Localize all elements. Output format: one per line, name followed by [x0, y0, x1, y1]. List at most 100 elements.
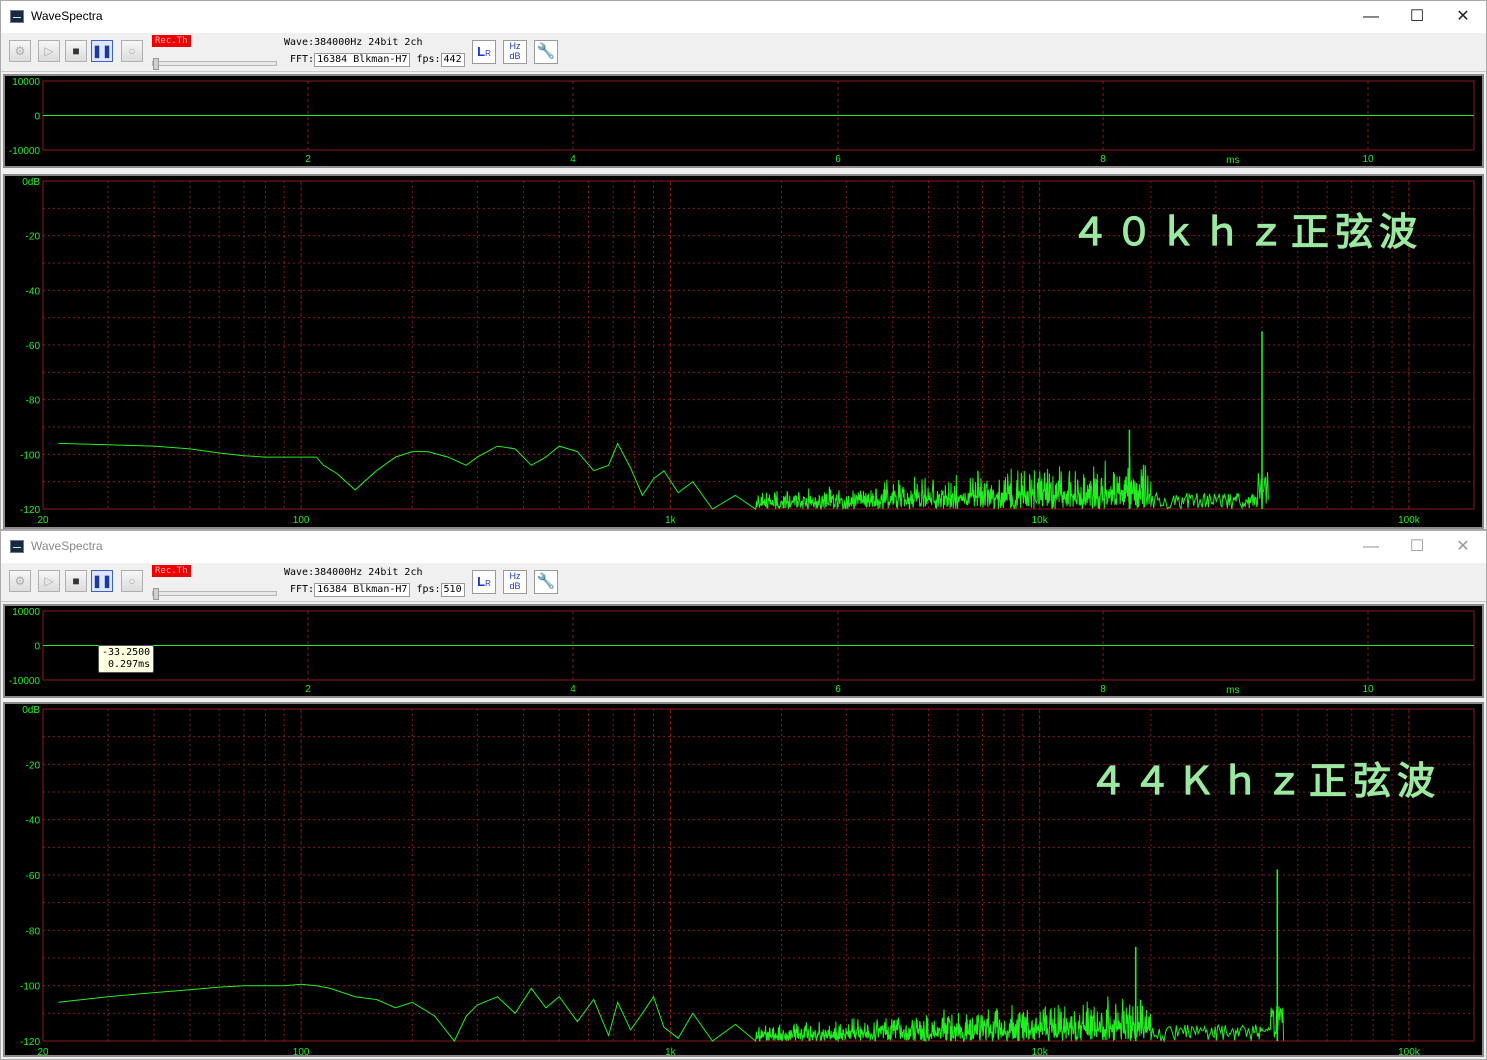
- wavespectra-window-2: WaveSpectra — ☐ ✕ ⚙ ▷ ■ ❚❚ ○ Rec.Th Wave…: [0, 530, 1487, 1060]
- y-tick-label: -40: [26, 816, 41, 827]
- fft-info: FFT: 16384 Blkman-H7 fps: 510: [290, 583, 465, 597]
- wave-info: Wave:384000Hz 24bit 2ch: [284, 37, 422, 48]
- x-tick-label: 20: [37, 1047, 49, 1058]
- title-bar: WaveSpectra — ☐ ✕: [1, 531, 1486, 563]
- rec-threshold-badge: Rec.Th: [152, 565, 191, 577]
- settings-plug-icon[interactable]: ⚙: [9, 40, 31, 62]
- play-icon[interactable]: ▷: [38, 40, 60, 62]
- x-tick-label: 20: [37, 515, 49, 526]
- x-tick-label: 8: [1100, 154, 1106, 165]
- x-tick-label: 10: [1362, 154, 1374, 165]
- x-tick-label: 100: [293, 515, 310, 526]
- app-icon: [10, 540, 24, 553]
- slider-thumb[interactable]: [153, 58, 159, 70]
- y-tick-label: -100: [20, 982, 40, 993]
- close-button[interactable]: ✕: [1440, 1, 1486, 33]
- wavespectra-window-1: WaveSpectra — ☐ ✕ ⚙ ▷ ■ ❚❚ ○ Rec.Th Wave…: [0, 0, 1487, 530]
- waveform-panel[interactable]: 2 4 6 8 10 ms 10000 0 -10000 -33.2500 0.297ms: [3, 604, 1484, 698]
- tooltip-time: 0.297ms: [108, 659, 151, 670]
- spectrum-trace: [58, 442, 1269, 511]
- wave-format: 384000Hz 24bit 2ch: [314, 567, 423, 578]
- y-tick-label: -10000: [9, 146, 41, 157]
- minimize-button[interactable]: —: [1348, 531, 1394, 563]
- play-icon[interactable]: ▷: [38, 570, 60, 592]
- x-tick-label: 6: [835, 154, 841, 165]
- y-tick-label: 10000: [12, 607, 40, 618]
- x-unit-label: ms: [1226, 155, 1239, 166]
- x-tick-label: 6: [835, 684, 841, 695]
- rec-threshold-badge: Rec.Th: [152, 35, 191, 47]
- x-tick-label: 1k: [665, 515, 677, 526]
- spectrum-trace: [58, 983, 1285, 1043]
- pause-icon[interactable]: ❚❚: [91, 40, 113, 62]
- waveform-chart[interactable]: 2 4 6 8 10 ms 10000 0 -10000: [5, 606, 1482, 696]
- window-title: WaveSpectra: [31, 539, 103, 553]
- wave-label: Wave:: [284, 37, 315, 48]
- fps-label: fps:: [416, 54, 441, 65]
- fps-value: 442: [440, 53, 465, 67]
- wave-info: Wave:384000Hz 24bit 2ch: [284, 567, 422, 578]
- title-bar: WaveSpectra — ☐ ✕: [1, 1, 1486, 33]
- x-tick-label: 100: [293, 1047, 310, 1058]
- x-tick-label: 10k: [1032, 515, 1049, 526]
- y-tick-label: -120: [20, 1037, 40, 1048]
- fft-info: FFT: 16384 Blkman-H7 fps: 442: [290, 53, 465, 67]
- wave-label: Wave:: [284, 567, 315, 578]
- fps-label: fps:: [416, 584, 441, 595]
- fps-value: 510: [440, 583, 465, 597]
- window-title: WaveSpectra: [31, 9, 103, 23]
- stop-icon[interactable]: ■: [65, 570, 87, 592]
- x-tick-label: 8: [1100, 684, 1106, 695]
- y-tick-label: 0: [34, 112, 40, 123]
- wrench-icon[interactable]: 🔧: [534, 570, 558, 594]
- y-tick-label: 0: [34, 642, 40, 653]
- app-icon: [10, 10, 24, 23]
- y-tick-label: -10000: [9, 676, 41, 687]
- x-unit-label: ms: [1226, 685, 1239, 696]
- x-tick-label: 2: [305, 154, 311, 165]
- y-tick-label: -20: [26, 760, 41, 771]
- x-tick-label: 4: [570, 154, 576, 165]
- x-tick-label: 4: [570, 684, 576, 695]
- minimize-button[interactable]: —: [1348, 1, 1394, 33]
- close-button[interactable]: ✕: [1440, 531, 1486, 563]
- y-tick-label: 0dB: [22, 177, 40, 188]
- cursor-tooltip: -33.2500 0.297ms: [98, 645, 155, 673]
- y-tick-label: -20: [26, 232, 41, 243]
- x-tick-label: 1k: [665, 1047, 677, 1058]
- y-tick-label: -100: [20, 450, 40, 461]
- x-tick-label: 2: [305, 684, 311, 695]
- x-tick-label: 10k: [1032, 1047, 1049, 1058]
- y-tick-label: -80: [26, 926, 41, 937]
- rec-threshold-slider[interactable]: [152, 58, 277, 70]
- x-tick-label: 10: [1362, 684, 1374, 695]
- rec-threshold-slider[interactable]: [152, 588, 277, 600]
- y-tick-label: 10000: [12, 77, 40, 88]
- fft-setting[interactable]: 16384 Blkman-H7: [314, 583, 411, 597]
- y-tick-label: -40: [26, 286, 41, 297]
- stop-icon[interactable]: ■: [65, 40, 87, 62]
- y-tick-label: -80: [26, 396, 41, 407]
- pause-icon[interactable]: ❚❚: [91, 570, 113, 592]
- annotation-label: ４０ｋｈｚ正弦波: [1071, 210, 1424, 254]
- annotation-label: ４４Ｋｈｚ正弦波: [1089, 759, 1442, 803]
- waveform-chart[interactable]: 2 4 6 8 10 ms 10000 0 -10000: [5, 76, 1482, 166]
- x-tick-label: 100k: [1398, 515, 1421, 526]
- lr-channel-icon[interactable]: LR: [472, 570, 496, 594]
- hz-db-scale-icon[interactable]: Hz dB: [503, 570, 527, 594]
- fft-label: FFT:: [290, 584, 315, 595]
- lr-channel-icon[interactable]: LR: [472, 40, 496, 64]
- toolbar: ⚙ ▷ ■ ❚❚ ○ Rec.Th Wave:384000Hz 24bit 2c…: [1, 33, 1486, 72]
- wave-format: 384000Hz 24bit 2ch: [314, 37, 423, 48]
- maximize-button[interactable]: ☐: [1394, 1, 1440, 33]
- fft-setting[interactable]: 16384 Blkman-H7: [314, 53, 411, 67]
- record-icon[interactable]: ○: [121, 570, 143, 592]
- settings-plug-icon[interactable]: ⚙: [9, 570, 31, 592]
- fft-label: FFT:: [290, 54, 315, 65]
- hz-db-scale-icon[interactable]: Hz dB: [503, 40, 527, 64]
- wrench-icon[interactable]: 🔧: [534, 40, 558, 64]
- record-icon[interactable]: ○: [121, 40, 143, 62]
- slider-thumb[interactable]: [153, 588, 159, 600]
- maximize-button[interactable]: ☐: [1394, 531, 1440, 563]
- waveform-panel[interactable]: 2 4 6 8 10 ms 10000 0 -10000: [3, 74, 1484, 168]
